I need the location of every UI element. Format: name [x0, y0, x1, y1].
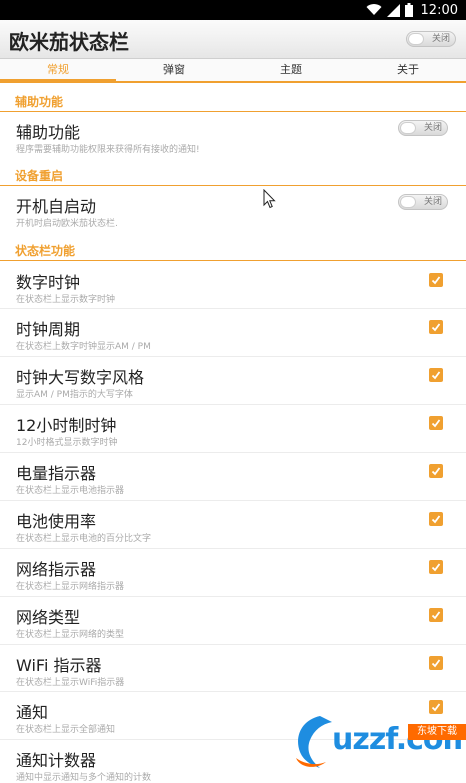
check-icon — [431, 276, 441, 285]
setting-row-clock-period[interactable]: 时钟周期 在状态栏上数字时钟显示AM / PM — [0, 309, 466, 357]
watermark-tag: 东坡下载 — [408, 724, 466, 740]
setting-row-12-hour-clock[interactable]: 12小时制时钟 12小时格式显示数字时钟 — [0, 405, 466, 453]
signal-icon — [386, 3, 400, 17]
toggle-label: 关闭 — [423, 197, 442, 207]
setting-row-battery-percentage[interactable]: 电池使用率 在状态栏上显示电池的百分比文字 — [0, 501, 466, 549]
setting-row-clock-uppercase[interactable]: 时钟大写数字风格 显示AM / PM指示的大写字体 — [0, 357, 466, 405]
toggle-label: 关闭 — [423, 123, 442, 133]
checkbox[interactable] — [429, 656, 443, 670]
tab-bar: 常规 弹窗 主题 关于 — [0, 59, 466, 83]
setting-title: 电量指示器 — [16, 464, 97, 483]
setting-title: 时钟大写数字风格 — [16, 368, 145, 387]
tab-popup[interactable]: 弹窗 — [116, 59, 232, 81]
checkbox[interactable] — [429, 416, 443, 430]
check-icon — [431, 611, 441, 620]
app-bar: 欧米茄状态栏 关闭 — [0, 20, 466, 59]
section-header-accessibility: 辅助功能 — [0, 91, 466, 112]
watermark-logo: uzzf.com 东坡下载 — [290, 712, 466, 776]
check-icon — [431, 659, 441, 668]
check-icon — [431, 467, 441, 476]
setting-title: 通知 — [16, 703, 49, 722]
header-toggle[interactable]: 关闭 — [406, 31, 456, 47]
status-icons: 12:00 — [366, 2, 458, 18]
autostart-toggle[interactable]: 关闭 — [398, 194, 448, 210]
setting-subtitle: 在状态栏上显示电池的百分比文字 — [16, 534, 152, 544]
check-icon — [431, 419, 441, 428]
setting-title: 通知计数器 — [16, 751, 97, 770]
setting-title: 开机自启动 — [16, 197, 97, 216]
toggle-knob — [400, 196, 416, 208]
check-icon — [431, 371, 441, 380]
setting-title: 辅助功能 — [16, 123, 81, 142]
setting-row-battery-indicator[interactable]: 电量指示器 在状态栏上显示电池指示器 — [0, 453, 466, 501]
setting-subtitle: 12小时格式显示数字时钟 — [16, 438, 118, 448]
section-title: 状态栏功能 — [15, 244, 76, 258]
setting-subtitle: 在状态栏上显示电池指示器 — [16, 486, 125, 496]
check-icon — [431, 323, 441, 332]
active-tab-indicator — [0, 79, 116, 81]
checkbox[interactable] — [429, 368, 443, 382]
setting-row-accessibility[interactable]: 辅助功能 程序需要辅助功能权限来获得所有接收的通知! 关闭 — [0, 112, 466, 164]
section-title: 设备重启 — [15, 169, 64, 183]
setting-title: 电池使用率 — [16, 512, 97, 531]
checkbox[interactable] — [429, 320, 443, 334]
battery-icon — [404, 3, 413, 17]
checkbox[interactable] — [429, 273, 443, 287]
check-icon — [431, 703, 441, 712]
setting-title: 12小时制时钟 — [16, 416, 117, 435]
checkbox[interactable] — [429, 560, 443, 574]
tab-general[interactable]: 常规 — [0, 59, 116, 81]
setting-row-digital-clock[interactable]: 数字时钟 在状态栏上显示数字时钟 — [0, 262, 466, 309]
setting-subtitle: 通知中显示通知与多个通知的计数 — [16, 773, 152, 783]
checkbox[interactable] — [429, 608, 443, 622]
setting-title: 网络指示器 — [16, 560, 97, 579]
setting-subtitle: 在状态栏上显示网络的类型 — [16, 630, 125, 640]
logo-swoosh-icon — [296, 716, 332, 768]
checkbox[interactable] — [429, 512, 443, 526]
accessibility-toggle[interactable]: 关闭 — [398, 120, 448, 136]
setting-subtitle: 在状态栏上显示网络指示器 — [16, 582, 125, 592]
setting-subtitle: 在状态栏上显示全部通知 — [16, 725, 116, 735]
toggle-knob — [408, 33, 424, 45]
setting-subtitle: 显示AM / PM指示的大写字体 — [16, 390, 133, 400]
setting-row-autostart[interactable]: 开机自启动 开机时启动欧米茄状态栏. 关闭 — [0, 186, 466, 238]
setting-subtitle: 程序需要辅助功能权限来获得所有接收的通知! — [16, 145, 200, 155]
wifi-icon — [366, 4, 382, 16]
setting-subtitle: 在状态栏上显示WiFi指示器 — [16, 678, 125, 688]
mouse-cursor-icon — [263, 189, 276, 209]
checkbox[interactable] — [429, 464, 443, 478]
section-header-statusbar-features: 状态栏功能 — [0, 240, 466, 261]
setting-row-network-indicator[interactable]: 网络指示器 在状态栏上显示网络指示器 — [0, 549, 466, 597]
check-icon — [431, 515, 441, 524]
setting-subtitle: 在状态栏上数字时钟显示AM / PM — [16, 342, 151, 352]
setting-title: 网络类型 — [16, 608, 81, 627]
section-title: 辅助功能 — [15, 95, 64, 109]
tab-about[interactable]: 关于 — [350, 59, 466, 81]
app-title: 欧米茄状态栏 — [9, 30, 129, 54]
setting-row-wifi-indicator[interactable]: WiFi 指示器 在状态栏上显示WiFi指示器 — [0, 645, 466, 692]
setting-title: 数字时钟 — [16, 273, 81, 292]
check-icon — [431, 563, 441, 572]
setting-subtitle: 在状态栏上显示数字时钟 — [16, 295, 116, 305]
setting-title: 时钟周期 — [16, 320, 81, 339]
toggle-label: 关闭 — [431, 34, 450, 44]
section-header-reboot: 设备重启 — [0, 165, 466, 186]
setting-row-network-type[interactable]: 网络类型 在状态栏上显示网络的类型 — [0, 597, 466, 645]
system-status-bar: 12:00 — [0, 0, 466, 20]
setting-subtitle: 开机时启动欧米茄状态栏. — [16, 219, 118, 229]
clock-time: 12:00 — [420, 2, 458, 18]
toggle-knob — [400, 122, 416, 134]
setting-title: WiFi 指示器 — [16, 656, 102, 675]
tab-theme[interactable]: 主题 — [233, 59, 349, 81]
